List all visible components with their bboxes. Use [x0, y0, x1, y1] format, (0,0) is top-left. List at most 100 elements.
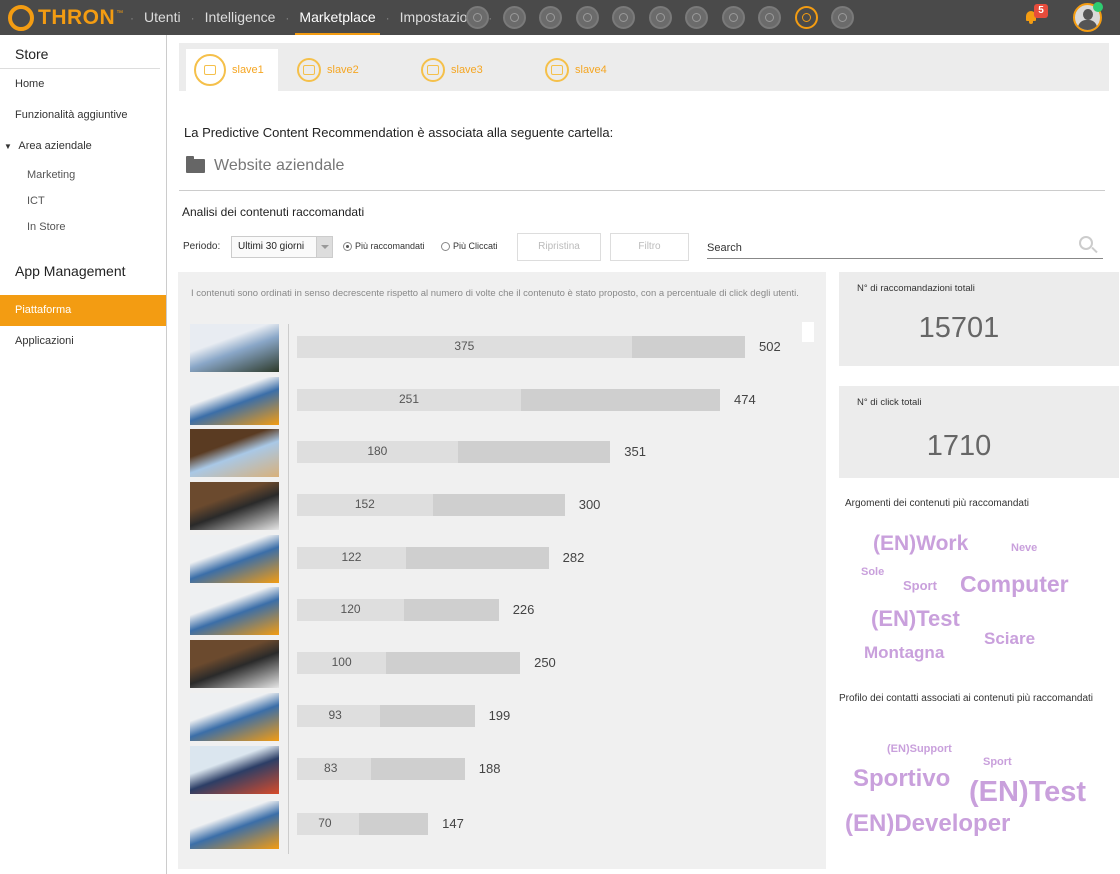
- nav-marketplace[interactable]: Marketplace: [295, 0, 380, 35]
- topic-word[interactable]: Sole: [861, 566, 884, 578]
- divider: [179, 190, 1105, 191]
- main-nav: · Utenti · Intelligence · Marketplace · …: [124, 0, 498, 35]
- tab-slave1[interactable]: slave1: [186, 49, 278, 91]
- folder-icon: [186, 156, 205, 173]
- app-icon-1[interactable]: [466, 6, 489, 29]
- app-icon-glyph: [655, 13, 665, 22]
- content-thumbnail[interactable]: [190, 801, 279, 849]
- topic-word[interactable]: Sciare: [984, 629, 1035, 649]
- filter-bar: Periodo: Ultimi 30 giorni Più raccomanda…: [183, 233, 1103, 261]
- stat-label: N° di raccomandazioni totali: [857, 283, 975, 294]
- slave-icon: [297, 58, 321, 82]
- search-handle: [1091, 246, 1098, 254]
- sidebar-heading-store: Store: [0, 35, 160, 69]
- tab-slave3[interactable]: slave3: [421, 49, 483, 91]
- topics-title: Argomenti dei contenuti più raccomandati: [845, 498, 1029, 509]
- topic-word[interactable]: Computer: [960, 571, 1069, 598]
- nav-separator: ·: [130, 10, 134, 25]
- tab-slave2[interactable]: slave2: [297, 49, 359, 91]
- app-icon-3[interactable]: [539, 6, 562, 29]
- clicks-value: 180: [367, 444, 388, 458]
- filter-button[interactable]: Filtro: [610, 233, 689, 261]
- content-thumbnail[interactable]: [190, 693, 279, 741]
- scrollbar[interactable]: [802, 322, 814, 342]
- app-icon-glyph: [728, 13, 738, 22]
- online-status-icon: [1093, 2, 1103, 12]
- search-icon[interactable]: [1079, 236, 1098, 254]
- app-icon-glyph: [801, 13, 811, 22]
- total-value: 502: [759, 339, 781, 354]
- total-value: 147: [442, 816, 464, 831]
- content-thumbnail[interactable]: [190, 377, 279, 425]
- topic-word[interactable]: (EN)Test: [871, 606, 960, 632]
- app-icon-6[interactable]: [648, 6, 672, 29]
- folder-name: Website aziendale: [214, 157, 345, 174]
- content-thumbnail[interactable]: [190, 746, 279, 794]
- app-icon-5[interactable]: [612, 6, 635, 29]
- content-thumbnail[interactable]: [190, 535, 279, 583]
- sidebar-item-ict[interactable]: ICT: [0, 188, 166, 214]
- slave-icon: [194, 54, 226, 86]
- app-icon-2[interactable]: [502, 6, 526, 29]
- thron-logo[interactable]: THRON ™: [8, 4, 123, 31]
- topic-word[interactable]: Montagna: [864, 643, 944, 663]
- profile-word[interactable]: Sportivo: [853, 765, 950, 793]
- axis-divider: [288, 324, 289, 854]
- app-icon-10[interactable]: [794, 6, 818, 29]
- sidebar-item-marketing[interactable]: Marketing: [0, 162, 166, 188]
- app-icon-glyph: [509, 13, 519, 22]
- nav-utenti[interactable]: Utenti: [140, 0, 185, 35]
- sidebar-item-platform[interactable]: Piattaforma: [0, 295, 166, 326]
- content-thumbnail[interactable]: [190, 429, 279, 477]
- avatar-head: [1083, 9, 1093, 20]
- period-select[interactable]: Ultimi 30 giorni: [231, 236, 333, 258]
- nav-separator: ·: [285, 10, 290, 25]
- profiles-title: Profilo dei contatti associati ai conten…: [839, 693, 1094, 704]
- app-icon-glyph: [546, 13, 555, 22]
- clicks-value: 120: [340, 602, 361, 616]
- topic-word[interactable]: Neve: [1011, 542, 1037, 554]
- profile-word[interactable]: (EN)Support: [887, 743, 952, 755]
- sidebar: Store Home Funzionalità aggiuntive ▼ Are…: [0, 35, 167, 874]
- sidebar-item-home[interactable]: Home: [0, 69, 166, 100]
- app-icon-11[interactable]: [831, 6, 854, 29]
- sidebar-item-extras[interactable]: Funzionalità aggiuntive: [0, 100, 166, 131]
- avatar-body: [1078, 20, 1097, 30]
- sidebar-item-applications[interactable]: Applicazioni: [0, 326, 166, 357]
- sidebar-item-area[interactable]: ▼ Area aziendale: [0, 131, 166, 162]
- search-input[interactable]: [707, 237, 1103, 259]
- total-value: 282: [562, 550, 585, 565]
- content-thumbnail[interactable]: [190, 324, 279, 372]
- app-icon-glyph: [692, 13, 701, 22]
- folder-link[interactable]: Website aziendale: [186, 156, 345, 175]
- tab-slave4[interactable]: slave4: [545, 49, 607, 91]
- content-thumbnail[interactable]: [190, 640, 279, 688]
- clicks-value: 122: [341, 550, 362, 564]
- association-text: La Predictive Content Recommendation è a…: [184, 125, 614, 140]
- sidebar-item-instore[interactable]: In Store: [0, 214, 166, 240]
- content-thumbnail[interactable]: [190, 482, 279, 530]
- profile-word[interactable]: (EN)Developer: [845, 810, 1010, 838]
- period-label: Periodo:: [183, 241, 221, 252]
- app-icon-8[interactable]: [721, 6, 745, 29]
- topic-word[interactable]: Sport: [903, 578, 937, 593]
- profile-word[interactable]: (EN)Test: [969, 776, 1086, 809]
- clicks-value: 70: [318, 816, 332, 830]
- slave-icon: [545, 58, 569, 82]
- content-thumbnail[interactable]: [190, 587, 279, 635]
- radio-most-clicked[interactable]: Più Cliccati: [441, 241, 498, 251]
- profile-word[interactable]: Sport: [983, 756, 1012, 768]
- app-icon-glyph: [473, 13, 482, 22]
- radio-most-recommended[interactable]: Più raccomandati: [343, 241, 425, 251]
- slave-tabs: slave1 slave2 slave3 slave4: [179, 43, 1109, 91]
- app-icon-9[interactable]: [758, 6, 781, 29]
- nav-separator: ·: [190, 10, 195, 25]
- stat-label: N° di click totali: [857, 397, 922, 408]
- app-icon-7[interactable]: [685, 6, 708, 29]
- sidebar-heading-app-management: App Management: [15, 263, 126, 279]
- reset-button[interactable]: Ripristina: [517, 233, 601, 261]
- app-icon-4[interactable]: [575, 6, 599, 29]
- clicks-value: 93: [328, 708, 342, 722]
- nav-intelligence[interactable]: Intelligence: [201, 0, 280, 35]
- topic-word[interactable]: (EN)Work: [873, 532, 968, 556]
